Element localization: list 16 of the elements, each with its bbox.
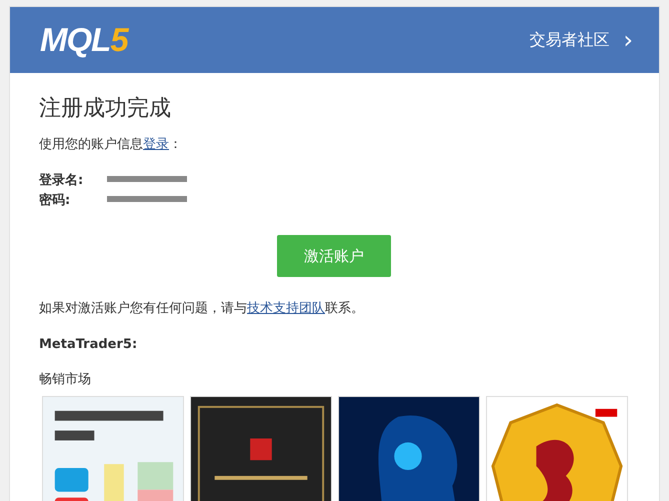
help-text: 如果对激活账户您有任何问题，请与技术支持团队联系。 xyxy=(39,300,365,317)
login-prompt: 使用您的账户信息登录： xyxy=(39,136,183,153)
community-link[interactable]: 交易者社区 › xyxy=(529,28,633,52)
page-title: 注册成功完成 xyxy=(39,95,172,123)
support-link[interactable]: 技术支持团队 xyxy=(247,301,325,316)
product-image[interactable] xyxy=(486,396,628,501)
product-image[interactable] xyxy=(338,396,480,501)
login-link[interactable]: 登录 xyxy=(143,137,169,152)
platform-heading: MetaTrader5: xyxy=(39,337,138,352)
product-image[interactable] xyxy=(190,396,332,501)
credential-label: 登录名: xyxy=(39,172,84,189)
product-image[interactable] xyxy=(42,396,184,501)
logo[interactable]: MQL5 xyxy=(40,21,128,59)
credential-label: 密码: xyxy=(39,192,72,209)
market-title: 畅销市场 xyxy=(39,371,92,388)
activate-button[interactable]: 激活账户 xyxy=(277,235,391,277)
